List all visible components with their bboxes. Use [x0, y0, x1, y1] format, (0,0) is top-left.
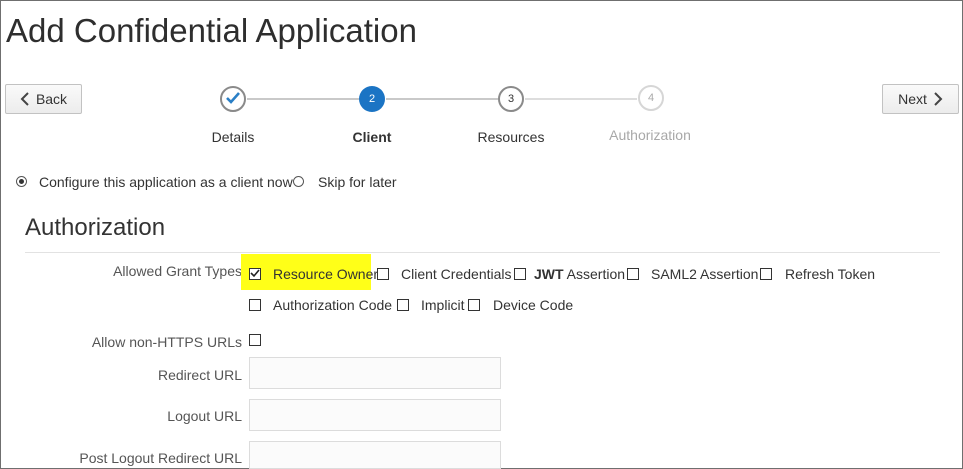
next-button-label: Next [898, 91, 927, 107]
jwt-assertion-label-rest: Assertion [563, 266, 626, 282]
allow-non-https-label: Allow non-HTTPS URLs [91, 334, 242, 350]
section-divider [25, 252, 940, 253]
page-title: Add Confidential Application [6, 12, 417, 49]
step-authorization-label: Authorization [609, 127, 691, 143]
step-connector [247, 98, 359, 100]
saml2-assertion-checkbox[interactable] [627, 268, 639, 280]
resource-owner-checkbox[interactable] [249, 268, 261, 280]
step-client-label[interactable]: Client [312, 129, 432, 145]
step-connector [525, 98, 637, 100]
chevron-left-icon [20, 92, 30, 106]
configure-now-label[interactable]: Configure this application as a client n… [39, 174, 293, 190]
authorization-code-checkbox[interactable] [249, 299, 261, 311]
allow-non-https-checkbox[interactable] [249, 334, 261, 346]
jwt-assertion-label[interactable]: JWT Assertion [534, 266, 625, 282]
step-client-marker[interactable]: 2 [359, 86, 385, 112]
device-code-label[interactable]: Device Code [493, 297, 573, 313]
checkmark-icon [225, 91, 241, 108]
post-logout-redirect-url-input[interactable] [249, 441, 501, 469]
redirect-url-label: Redirect URL [157, 367, 242, 383]
allowed-grant-types-label: Allowed Grant Types [113, 263, 242, 279]
step-connector [386, 98, 498, 100]
back-button[interactable]: Back [5, 84, 82, 114]
implicit-label[interactable]: Implicit [421, 297, 465, 313]
logout-url-label: Logout URL [167, 408, 242, 424]
skip-for-later-label[interactable]: Skip for later [318, 174, 397, 190]
logout-url-input[interactable] [249, 399, 501, 431]
post-logout-redirect-url-label: Post Logout Redirect URL [79, 450, 242, 466]
refresh-token-checkbox[interactable] [760, 268, 772, 280]
step-authorization-marker: 4 [638, 85, 664, 111]
next-button[interactable]: Next [882, 84, 959, 114]
redirect-url-input[interactable] [249, 357, 501, 389]
skip-for-later-radio[interactable] [293, 176, 304, 187]
jwt-assertion-checkbox[interactable] [514, 268, 526, 280]
step-resources-label[interactable]: Resources [451, 129, 571, 145]
step-details-marker[interactable] [220, 86, 246, 112]
back-button-label: Back [35, 91, 68, 107]
implicit-checkbox[interactable] [397, 299, 409, 311]
client-credentials-checkbox[interactable] [377, 268, 389, 280]
jwt-assertion-label-bold: JWT [534, 266, 564, 282]
step-details-label[interactable]: Details [173, 129, 293, 145]
resource-owner-label[interactable]: Resource Owner [273, 266, 378, 282]
client-credentials-label[interactable]: Client Credentials [401, 266, 512, 282]
checkmark-icon [250, 265, 260, 283]
authorization-section-title: Authorization [25, 214, 166, 241]
chevron-right-icon [933, 92, 943, 106]
saml2-assertion-label[interactable]: SAML2 Assertion [651, 266, 758, 282]
device-code-checkbox[interactable] [468, 299, 480, 311]
configure-now-radio[interactable] [16, 176, 27, 187]
refresh-token-label[interactable]: Refresh Token [785, 266, 875, 282]
authorization-code-label[interactable]: Authorization Code [273, 297, 392, 313]
step-resources-marker[interactable]: 3 [498, 86, 524, 112]
